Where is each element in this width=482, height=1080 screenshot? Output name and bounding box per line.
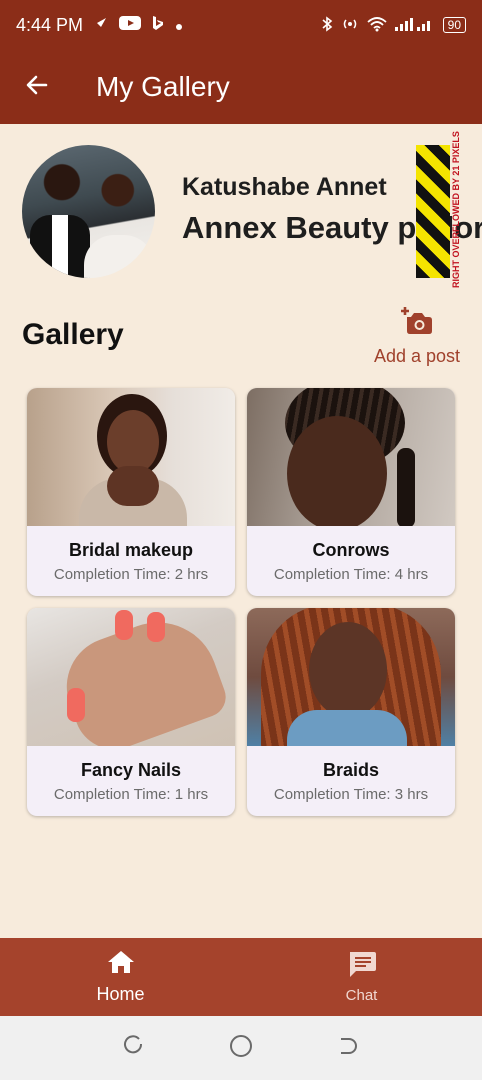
youtube-icon bbox=[119, 15, 142, 36]
gallery-image-conrows bbox=[247, 388, 455, 526]
system-navigation-bar bbox=[0, 1016, 482, 1080]
bing-icon bbox=[151, 15, 165, 36]
gallery-card-title: Conrows bbox=[312, 540, 390, 560]
gallery-card-bridal-makeup[interactable]: Bridal makeup Completion Time: 2 hrs bbox=[27, 388, 235, 596]
home-icon bbox=[107, 949, 135, 980]
bluetooth-icon bbox=[321, 15, 333, 35]
gallery-card-title: Bridal makeup bbox=[68, 540, 194, 560]
arrow-left-icon bbox=[24, 72, 50, 103]
wifi-icon bbox=[367, 16, 387, 35]
home-system-button[interactable] bbox=[221, 1028, 261, 1068]
nav-item-chat[interactable]: Chat bbox=[241, 938, 482, 1016]
nav-label-chat: Chat bbox=[345, 987, 378, 1004]
add-post-button[interactable]: Add a post bbox=[374, 305, 460, 367]
gallery-card-subtitle: Completion Time: 2 hrs bbox=[53, 566, 209, 583]
gallery-card-conrows[interactable]: Conrows Completion Time: 4 hrs bbox=[247, 388, 455, 596]
signal-icon bbox=[394, 17, 435, 34]
page-title: My Gallery bbox=[96, 71, 230, 102]
gallery-image-bridal-makeup bbox=[27, 388, 235, 526]
recent-apps-button[interactable] bbox=[114, 1028, 154, 1068]
chat-icon bbox=[347, 950, 377, 983]
recent-apps-icon bbox=[123, 1034, 145, 1062]
back-gesture-icon bbox=[337, 1035, 359, 1062]
add-post-label: Add a post bbox=[373, 346, 460, 366]
gallery-image-braids bbox=[247, 608, 455, 746]
gallery-card-title: Fancy Nails bbox=[80, 760, 182, 780]
gallery-card-subtitle: Completion Time: 4 hrs bbox=[273, 566, 429, 583]
back-system-button[interactable] bbox=[328, 1028, 368, 1068]
battery-indicator: 90 bbox=[442, 17, 466, 33]
gallery-card-fancy-nails[interactable]: Fancy Nails Completion Time: 1 hrs bbox=[27, 608, 235, 816]
nav-item-home[interactable]: Home bbox=[0, 938, 241, 1016]
gallery-card-subtitle: Completion Time: 1 hrs bbox=[53, 786, 209, 803]
add-photo-icon bbox=[374, 305, 460, 340]
overflow-warning-stripe bbox=[416, 145, 450, 278]
profile-header: Katushabe Annet Annex Beauty parlor bbox=[22, 145, 482, 280]
back-button[interactable] bbox=[0, 50, 74, 124]
dot-icon bbox=[175, 15, 183, 36]
gallery-title: Gallery bbox=[22, 318, 124, 351]
gallery-image-fancy-nails bbox=[27, 608, 235, 746]
owner-name: Katushabe Annet bbox=[182, 173, 387, 201]
gallery-card-subtitle: Completion Time: 3 hrs bbox=[273, 786, 429, 803]
hotspot-icon bbox=[341, 17, 359, 34]
avatar bbox=[22, 145, 155, 278]
overflow-warning-text: RIGHT OVERFLOWED BY 21 PIXELS bbox=[451, 131, 461, 289]
circle-home-icon bbox=[229, 1034, 253, 1063]
gallery-card-braids[interactable]: Braids Completion Time: 3 hrs bbox=[247, 608, 455, 816]
app-bar: My Gallery bbox=[0, 50, 482, 124]
gallery-card-title: Braids bbox=[322, 760, 380, 780]
status-time: 4:44 PM bbox=[16, 14, 84, 35]
rocket-icon bbox=[93, 15, 109, 36]
status-bar: 4:44 PM 90 bbox=[0, 0, 482, 50]
nav-label-home: Home bbox=[96, 984, 145, 1004]
bottom-navigation: Home Chat bbox=[0, 938, 482, 1016]
